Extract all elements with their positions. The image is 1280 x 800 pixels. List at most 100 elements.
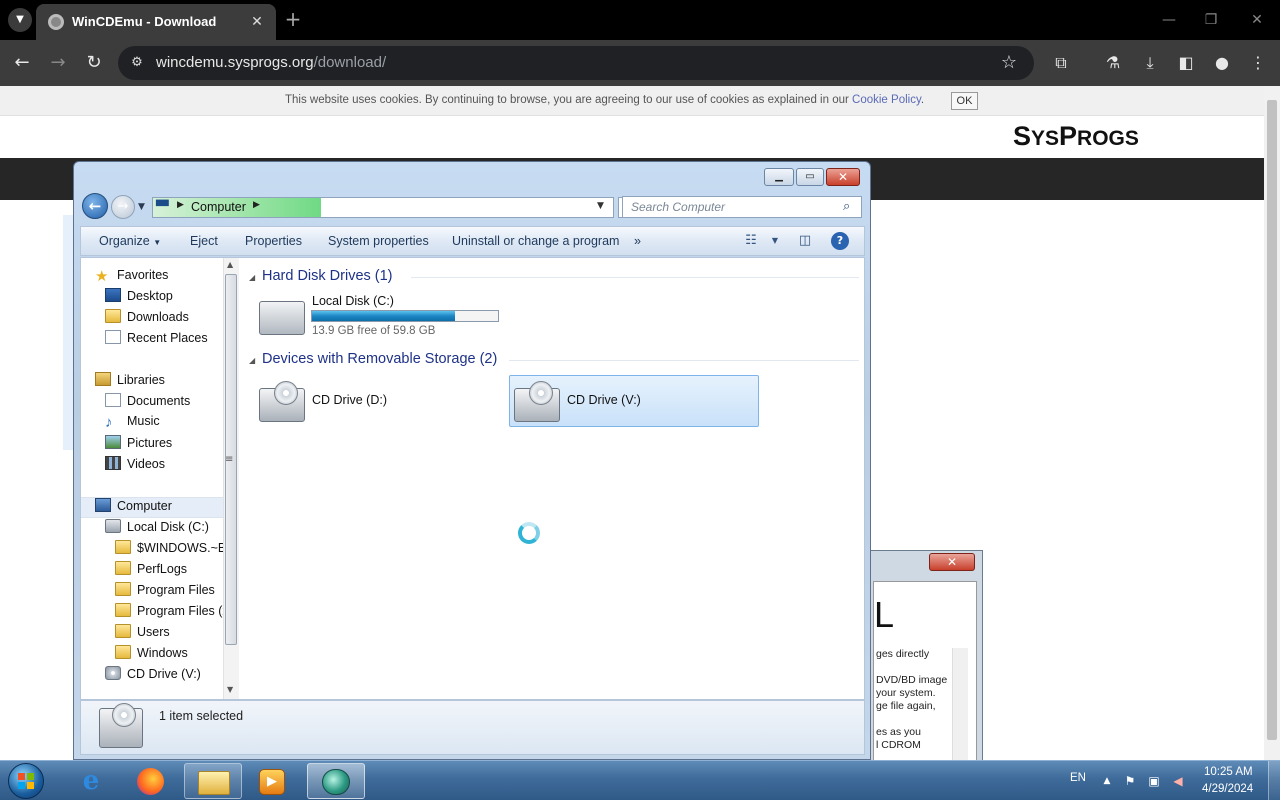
cd-drive-v-icon bbox=[514, 381, 560, 422]
preview-pane-icon[interactable]: ◫ bbox=[795, 232, 815, 250]
clock-date[interactable]: 4/29/2024 bbox=[1202, 783, 1253, 795]
explorer-address-bar[interactable]: ▀▘ ▶ Computer ▶ ▼ bbox=[152, 197, 614, 218]
drive-capacity-bar bbox=[311, 310, 499, 322]
folder-icon bbox=[115, 561, 131, 575]
taskbar-wincdemu[interactable] bbox=[307, 763, 365, 799]
new-tab-button[interactable]: + bbox=[282, 8, 304, 30]
close-icon[interactable]: ✕ bbox=[826, 168, 860, 186]
taskbar-firefox[interactable] bbox=[122, 763, 180, 799]
nav-label: Documents bbox=[127, 394, 191, 408]
labs-flask-icon[interactable]: ⚗ bbox=[1100, 50, 1126, 76]
nav-label: Program Files (x86) bbox=[137, 604, 223, 618]
sysprogs-logo[interactable]: SYSPROGS bbox=[1013, 121, 1139, 152]
side-panel-icon[interactable]: ◧ bbox=[1173, 50, 1199, 76]
tab-search-button[interactable]: ▼ bbox=[8, 8, 32, 32]
nav-folder[interactable]: Windows bbox=[115, 645, 223, 666]
videos-icon bbox=[105, 456, 121, 470]
browser-tab-active[interactable]: WinCDEmu - Download ✕ bbox=[36, 4, 276, 40]
nav-folder[interactable]: Users bbox=[115, 624, 223, 645]
breadcrumb-chevron-icon[interactable]: ▶ bbox=[253, 200, 260, 210]
breadcrumb-computer[interactable]: Computer bbox=[191, 200, 246, 214]
more-commands-button[interactable]: » bbox=[634, 234, 641, 248]
hard-drive-icon[interactable] bbox=[259, 301, 305, 335]
profile-avatar-icon[interactable]: ● bbox=[1209, 50, 1235, 76]
system-properties-button[interactable]: System properties bbox=[328, 234, 429, 248]
network-icon[interactable]: ▣ bbox=[1146, 773, 1162, 789]
cookie-policy-link[interactable]: Cookie Policy bbox=[852, 94, 921, 106]
star-icon: ★ bbox=[95, 268, 109, 285]
close-window-button[interactable]: ✕ bbox=[1234, 6, 1280, 34]
forward-icon[interactable]: → bbox=[111, 195, 135, 219]
taskbar-media-player[interactable]: ▶ bbox=[244, 763, 302, 799]
address-bar[interactable]: ⚙ wincdemu.sysprogs.org/download/ ☆ bbox=[118, 46, 1034, 80]
nav-folder[interactable]: PerfLogs bbox=[115, 561, 223, 582]
nav-label: Recent Places bbox=[127, 331, 208, 345]
dialog-scrollbar[interactable] bbox=[952, 648, 968, 762]
back-arrow-icon[interactable]: ← bbox=[8, 49, 36, 77]
search-input[interactable]: Search Computer ⌕ bbox=[622, 196, 862, 218]
show-hidden-icons-icon[interactable]: ▲ bbox=[1099, 773, 1115, 789]
recent-pages-dropdown-icon[interactable]: ▼ bbox=[138, 202, 145, 212]
nav-favorites[interactable]: ★ Favorites bbox=[95, 267, 237, 288]
cd-drive-d-icon[interactable] bbox=[259, 381, 305, 422]
selected-drive-tile[interactable]: CD Drive (V:) bbox=[509, 375, 759, 427]
url-text[interactable]: wincdemu.sysprogs.org/download/ bbox=[156, 54, 386, 71]
show-desktop-button[interactable] bbox=[1268, 761, 1280, 800]
back-icon[interactable]: ← bbox=[82, 193, 108, 219]
cookie-ok-button[interactable]: OK bbox=[951, 92, 978, 110]
eject-button[interactable]: Eject bbox=[190, 234, 218, 248]
help-icon[interactable]: ? bbox=[831, 232, 849, 250]
scroll-up-icon[interactable]: ▲ bbox=[227, 260, 233, 269]
uninstall-program-button[interactable]: Uninstall or change a program bbox=[452, 234, 619, 248]
extensions-icon[interactable]: ⧉ bbox=[1048, 50, 1074, 76]
nav-label: Libraries bbox=[117, 373, 165, 387]
site-info-icon[interactable]: ⚙ bbox=[128, 54, 146, 72]
minimize-window-button[interactable]: — bbox=[1146, 6, 1192, 34]
recent-places-icon bbox=[105, 330, 121, 344]
nav-folder[interactable]: Program Files bbox=[115, 582, 223, 603]
restore-window-button[interactable]: ❐ bbox=[1188, 6, 1234, 34]
downloads-icon[interactable]: ⤓ bbox=[1137, 50, 1163, 76]
language-indicator[interactable]: EN bbox=[1070, 772, 1086, 784]
cookie-period: . bbox=[920, 94, 925, 106]
logo-s: S bbox=[1013, 121, 1032, 151]
view-dropdown-icon[interactable]: ▼ bbox=[765, 232, 785, 250]
volume-muted-icon[interactable]: ◀ bbox=[1170, 773, 1186, 789]
change-view-icon[interactable]: ☷ bbox=[741, 232, 761, 250]
clock-time[interactable]: 10:25 AM bbox=[1204, 766, 1253, 778]
browser-menu-icon[interactable]: ⋮ bbox=[1245, 50, 1271, 76]
page-scrollbar-thumb[interactable] bbox=[1267, 100, 1277, 740]
breadcrumb-chevron-icon[interactable]: ▶ bbox=[177, 200, 184, 210]
search-icon[interactable]: ⌕ bbox=[843, 199, 850, 214]
collapse-group-icon[interactable]: ◢ bbox=[249, 356, 255, 365]
organize-button[interactable]: Organize ▼ bbox=[99, 234, 161, 248]
taskbar-windows-explorer[interactable] bbox=[184, 763, 242, 799]
taskbar-internet-explorer[interactable]: e bbox=[62, 763, 120, 799]
bookmark-star-icon[interactable]: ☆ bbox=[998, 52, 1020, 74]
command-bar: Organize ▼ Eject Properties System prope… bbox=[80, 226, 865, 256]
maximize-icon[interactable]: ▭ bbox=[796, 168, 824, 186]
group-hard-disk-drives[interactable]: Hard Disk Drives (1) bbox=[262, 268, 393, 284]
nav-libraries[interactable]: Libraries bbox=[95, 372, 237, 393]
tab-title: WinCDEmu - Download bbox=[72, 14, 217, 29]
forward-arrow-icon[interactable]: → bbox=[44, 49, 72, 77]
action-center-flag-icon[interactable]: ⚑ bbox=[1122, 773, 1138, 789]
tab-close-icon[interactable]: ✕ bbox=[246, 11, 268, 33]
nav-folder[interactable]: Program Files (x86) bbox=[115, 603, 223, 624]
dialog-close-icon[interactable]: ✕ bbox=[929, 553, 975, 571]
selection-status: 1 item selected bbox=[159, 709, 244, 723]
drive-label-d[interactable]: CD Drive (D:) bbox=[312, 393, 387, 407]
address-dropdown-icon[interactable]: ▼ bbox=[597, 201, 604, 211]
properties-button[interactable]: Properties bbox=[245, 234, 302, 248]
minimize-icon[interactable]: ▁ bbox=[764, 168, 794, 186]
nav-folder[interactable]: $WINDOWS.~BT bbox=[115, 540, 223, 561]
group-removable-storage[interactable]: Devices with Removable Storage (2) bbox=[262, 351, 497, 367]
drive-label-c[interactable]: Local Disk (C:) bbox=[312, 294, 394, 308]
collapse-group-icon[interactable]: ◢ bbox=[249, 273, 255, 282]
start-button[interactable] bbox=[8, 763, 44, 799]
nav-computer[interactable]: Computer bbox=[81, 497, 223, 518]
reload-icon[interactable]: ↻ bbox=[80, 49, 108, 77]
scroll-down-icon[interactable]: ▼ bbox=[227, 685, 233, 694]
disc-icon bbox=[274, 381, 298, 405]
nav-label: Local Disk (C:) bbox=[127, 520, 209, 534]
